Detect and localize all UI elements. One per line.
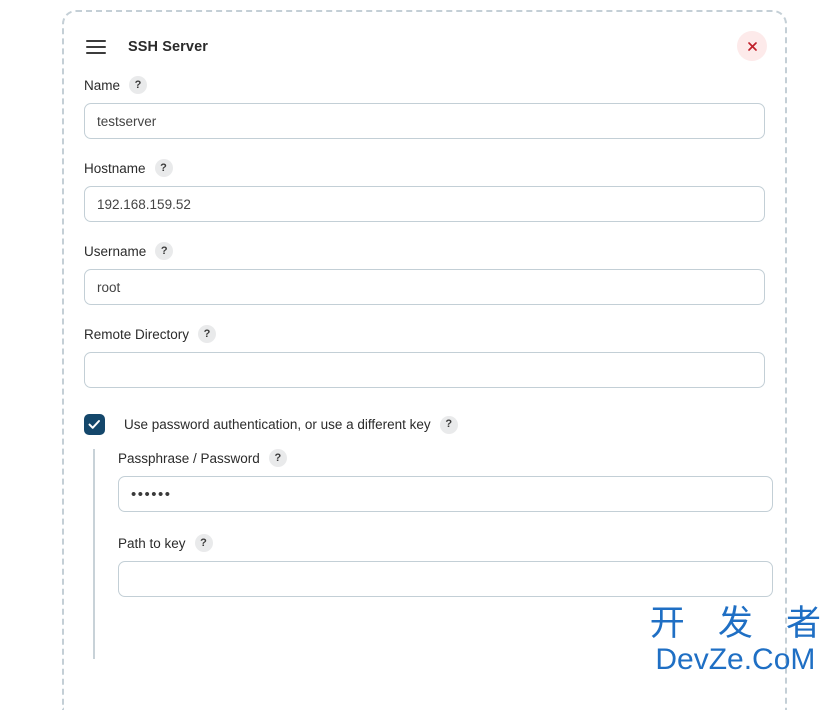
help-icon[interactable]: ? xyxy=(129,76,148,94)
field-name-label-row: Name ? xyxy=(84,76,765,94)
help-icon[interactable]: ? xyxy=(439,415,458,434)
field-name: Name ? xyxy=(84,76,765,139)
panel-header: SSH Server xyxy=(84,31,767,62)
password-auth-checkbox[interactable] xyxy=(84,414,105,435)
username-input[interactable] xyxy=(84,269,765,305)
field-hostname-label-row: Hostname ? xyxy=(84,159,765,177)
help-icon[interactable]: ? xyxy=(198,325,217,343)
name-input[interactable] xyxy=(84,103,765,139)
field-path-to-key-label-row: Path to key ? xyxy=(118,534,765,552)
ssh-server-panel: SSH Server Name ? Hostname ? xyxy=(62,10,787,710)
close-button[interactable] xyxy=(737,31,767,61)
field-remote-directory: Remote Directory ? xyxy=(84,325,765,388)
field-remote-directory-label: Remote Directory xyxy=(84,326,190,342)
close-icon xyxy=(747,41,757,51)
field-username: Username ? xyxy=(84,242,765,305)
password-auth-checkbox-row[interactable]: Use password authentication, or use a di… xyxy=(84,414,765,435)
field-passphrase-label: Passphrase / Password xyxy=(118,450,260,466)
field-passphrase: Passphrase / Password ? xyxy=(118,449,773,512)
password-auth-group: Passphrase / Password ? Path to key ? xyxy=(93,449,773,659)
help-icon[interactable]: ? xyxy=(155,242,174,260)
field-hostname: Hostname ? xyxy=(84,159,765,222)
hostname-input[interactable] xyxy=(84,186,765,222)
passphrase-input[interactable] xyxy=(118,476,773,512)
path-to-key-input[interactable] xyxy=(118,561,773,597)
field-passphrase-label-row: Passphrase / Password ? xyxy=(118,449,765,467)
field-username-label: Username xyxy=(84,243,147,259)
field-path-to-key: Path to key ? xyxy=(118,534,773,597)
field-name-label: Name xyxy=(84,77,121,93)
panel-title: SSH Server xyxy=(128,39,208,55)
panel-content: SSH Server Name ? Hostname ? xyxy=(64,12,785,710)
help-icon[interactable]: ? xyxy=(194,534,213,552)
field-hostname-label: Hostname xyxy=(84,160,146,176)
remote-directory-input[interactable] xyxy=(84,352,765,388)
check-icon xyxy=(88,420,100,429)
password-auth-label: Use password authentication, or use a di… xyxy=(124,417,431,432)
field-username-label-row: Username ? xyxy=(84,242,765,260)
help-icon[interactable]: ? xyxy=(154,159,173,177)
help-icon[interactable]: ? xyxy=(268,449,287,467)
ssh-server-form: Name ? Hostname ? Username ? xyxy=(84,76,773,659)
hamburger-icon[interactable] xyxy=(86,40,106,54)
field-path-to-key-label: Path to key xyxy=(118,535,186,551)
field-remote-directory-label-row: Remote Directory ? xyxy=(84,325,765,343)
